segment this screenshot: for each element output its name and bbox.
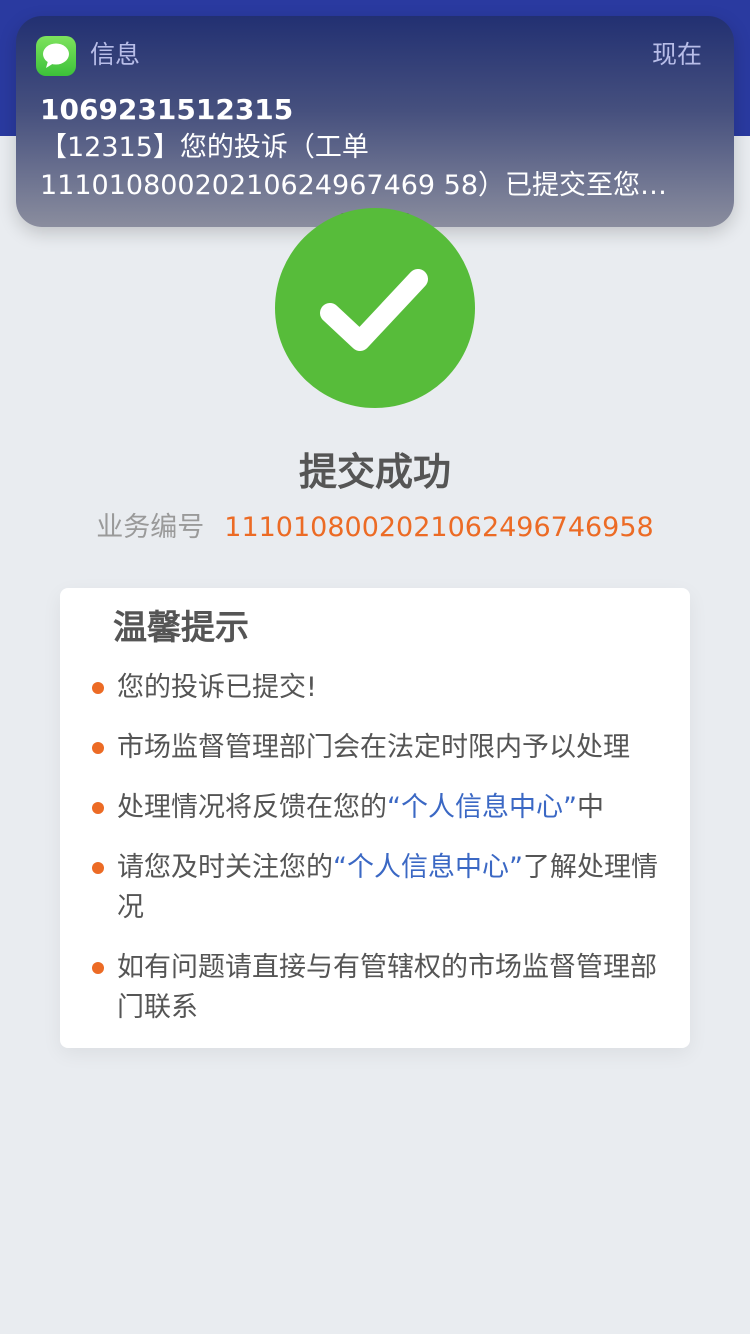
personal-info-center-link[interactable]: “个人信息中心” bbox=[333, 852, 523, 883]
tips-card: 温馨提示 您的投诉已提交! 市场监督管理部门会在法定时限内予以处理 处理情况将反… bbox=[60, 588, 690, 1048]
bullet-dot-icon bbox=[92, 962, 104, 974]
message-notification-banner[interactable]: 信息 现在 1069231512315 【12315】您的投诉（工单 11101… bbox=[16, 16, 734, 227]
bullet-dot-icon bbox=[92, 862, 104, 874]
tip-text: 市场监督管理部门会在法定时限内予以处理 bbox=[117, 732, 630, 763]
business-number-row: 业务编号 1110108002021062496746958 bbox=[0, 508, 750, 551]
tips-title: 温馨提示 bbox=[113, 608, 249, 648]
tip-text-pre: 处理情况将反馈在您的 bbox=[117, 792, 387, 823]
success-status-badge bbox=[275, 208, 475, 408]
bullet-dot-icon bbox=[92, 742, 104, 754]
tip-item: 市场监督管理部门会在法定时限内予以处理 bbox=[60, 728, 690, 768]
tip-text: 如有问题请直接与有管辖权的市场监督管理部门联系 bbox=[117, 952, 657, 1023]
notification-sender: 1069231512315 bbox=[40, 93, 294, 126]
result-title: 提交成功 bbox=[298, 450, 451, 494]
checkmark-icon bbox=[320, 269, 428, 351]
tip-item: 请您及时关注您的“个人信息中心”了解处理情况 bbox=[60, 848, 690, 928]
tip-item: 如有问题请直接与有管辖权的市场监督管理部门联系 bbox=[60, 948, 690, 1028]
tip-text: 您的投诉已提交! bbox=[117, 672, 317, 703]
notification-app-name: 信息 bbox=[90, 40, 141, 69]
tip-item: 您的投诉已提交! bbox=[60, 668, 690, 708]
bullet-dot-icon bbox=[92, 682, 104, 694]
tips-list: 您的投诉已提交! 市场监督管理部门会在法定时限内予以处理 处理情况将反馈在您的“… bbox=[60, 668, 690, 1048]
personal-info-center-link[interactable]: “个人信息中心” bbox=[387, 792, 577, 823]
notification-time: 现在 bbox=[651, 40, 702, 69]
notification-body-line-2: 11101080020210624967469 58）已提交至您… bbox=[40, 170, 668, 201]
tip-text-post: 中 bbox=[576, 792, 604, 823]
notification-body-line-1: 【12315】您的投诉（工单 bbox=[40, 132, 369, 163]
business-number-value: 1110108002021062496746958 bbox=[224, 512, 654, 543]
business-number-label: 业务编号 bbox=[96, 512, 205, 543]
messages-icon bbox=[36, 36, 76, 76]
tip-text-pre: 请您及时关注您的 bbox=[117, 852, 333, 883]
bullet-dot-icon bbox=[92, 802, 104, 814]
tip-item: 处理情况将反馈在您的“个人信息中心”中 bbox=[60, 788, 690, 828]
